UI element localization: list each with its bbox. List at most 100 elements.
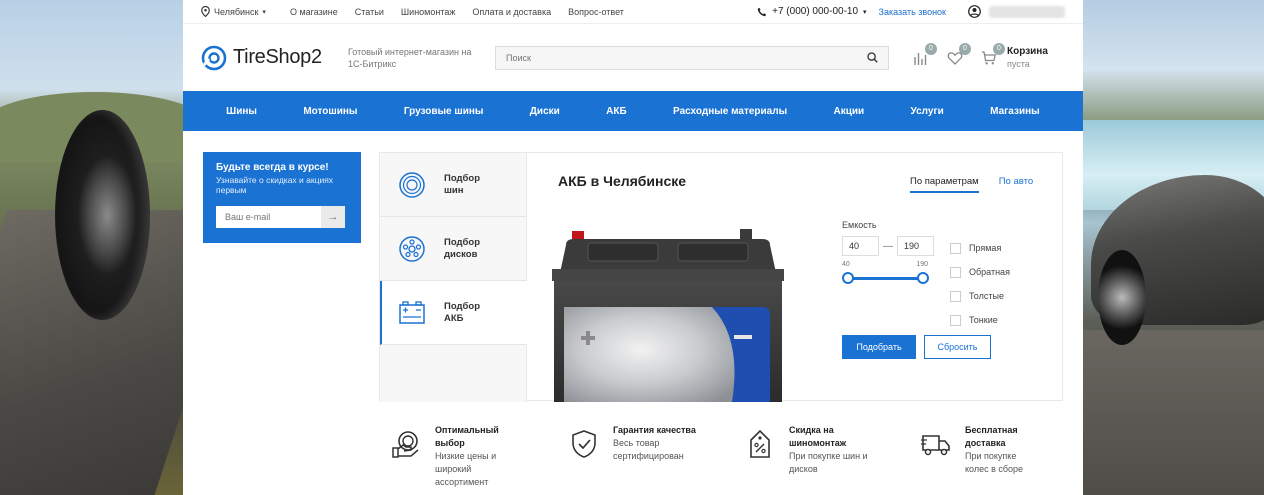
background-road-right [1083, 330, 1264, 495]
nav-item-tires[interactable]: Шины [226, 106, 257, 117]
feature-item-delivery: Бесплатная доставка При покупке колес в с… [921, 424, 1027, 476]
polarity-options: Прямая Обратная Толстые Тонкие [950, 236, 1010, 332]
top-link-payment-delivery[interactable]: Оплата и доставка [472, 7, 551, 17]
header-icons: 0 0 0 Корзина пуста [913, 42, 1048, 71]
slider-handle-min[interactable] [842, 272, 854, 284]
feature-title: Скидка на шиномонтаж [789, 425, 847, 448]
battery-icon [399, 300, 425, 324]
tab-by-parameters[interactable]: По параметрам [910, 176, 979, 193]
subscribe-submit-button[interactable]: → [321, 206, 345, 228]
tab-by-car[interactable]: По авто [999, 176, 1033, 193]
subscribe-subtitle: Узнавайте о скидках и акциях первым [216, 175, 334, 195]
shield-check-icon [572, 430, 596, 458]
feature-text: При покупке колес в сборе [965, 451, 1024, 474]
choice-icon [392, 431, 419, 458]
tab-wheel-picker[interactable]: Подбор дисков [380, 217, 526, 281]
feature-title: Оптимальный выбор [435, 425, 499, 448]
compare-button[interactable]: 0 [913, 42, 937, 66]
site-container: Челябинск ▾ О магазине Статьи Шиномонтаж… [183, 0, 1083, 495]
tab-battery-picker[interactable]: Подбор АКБ [380, 281, 527, 345]
city-selector[interactable]: Челябинск ▾ [201, 6, 266, 17]
subscribe-field: → [216, 206, 345, 228]
slider-track [848, 277, 924, 280]
slider-min-label: 40 [842, 261, 850, 268]
phone-selector[interactable]: +7 (000) 000-00-10 ▾ [757, 6, 867, 17]
picker-mode-tabs: По параметрам По авто [910, 176, 1033, 193]
nav-item-moto-tires[interactable]: Мотошины [303, 106, 357, 117]
capacity-to-input[interactable] [897, 236, 934, 256]
tire-icon [399, 171, 425, 198]
tab-wheel-picker-label: Подбор дисков [444, 236, 481, 260]
compare-count-badge: 0 [925, 42, 937, 55]
top-bar: Челябинск ▾ О магазине Статьи Шиномонтаж… [183, 0, 1083, 24]
favorites-count-badge: 0 [959, 42, 971, 55]
cart-title: Корзина [1007, 45, 1048, 57]
capacity-range: — [842, 236, 934, 256]
discount-tag-icon [750, 429, 770, 458]
logo[interactable]: TireShop2 [201, 45, 348, 71]
capacity-label: Емкость [842, 220, 877, 230]
top-link-articles[interactable]: Статьи [355, 7, 384, 17]
checkbox-reverse[interactable]: Обратная [950, 260, 1010, 284]
capacity-slider[interactable]: 40 190 [842, 259, 930, 289]
cart-status: пуста [1007, 58, 1030, 69]
nav-item-wheels[interactable]: Диски [530, 106, 560, 117]
top-link-tire-service[interactable]: Шиномонтаж [401, 7, 455, 17]
background-right [1083, 0, 1264, 495]
reset-button[interactable]: Сбросить [924, 335, 991, 359]
capacity-from-input[interactable] [842, 236, 879, 256]
feature-item-choice: Оптимальный выбор Низкие цены и широкий а… [391, 424, 505, 489]
user-menu[interactable] [968, 5, 1065, 18]
feature-item-discount: Скидка на шиномонтаж При покупке шин и ди… [745, 424, 879, 476]
search-icon[interactable] [867, 52, 878, 63]
nav-item-services[interactable]: Услуги [911, 106, 944, 117]
top-link-about[interactable]: О магазине [290, 7, 338, 17]
features-row: Оптимальный выбор Низкие цены и широкий а… [183, 401, 1083, 495]
nav-item-truck-tires[interactable]: Грузовые шины [404, 106, 484, 117]
feature-title: Гарантия качества [613, 425, 696, 435]
location-pin-icon [201, 6, 210, 17]
wheel-disc-icon [399, 235, 425, 262]
nav-item-batteries[interactable]: АКБ [606, 106, 627, 117]
background-left [0, 0, 183, 495]
slider-max-label: 190 [916, 261, 928, 268]
battery-image [552, 219, 784, 402]
phone-number: +7 (000) 000-00-10 [772, 6, 859, 17]
favorites-button[interactable]: 0 [947, 42, 971, 66]
header: TireShop2 Готовый интернет-магазин на 1С… [183, 24, 1083, 91]
feature-item-quality: Гарантия качества Весь товар сертифициров… [569, 424, 703, 463]
subscribe-box: Будьте всегда в курсе! Узнавайте о скидк… [203, 152, 361, 243]
nav-item-promotions[interactable]: Акции [833, 106, 864, 117]
subscribe-title: Будьте всегда в курсе! [216, 162, 329, 173]
callback-link[interactable]: Заказать звонок [879, 7, 946, 17]
battery-filter-form: Емкость — 40 190 [842, 220, 934, 289]
tab-battery-picker-label: Подбор АКБ [444, 300, 481, 324]
checkbox-thick[interactable]: Толстые [950, 284, 1010, 308]
arrow-right-icon: → [327, 211, 339, 223]
city-name: Челябинск [214, 6, 259, 17]
feature-text: Низкие цены и широкий ассортимент [435, 451, 497, 487]
logo-icon [201, 45, 227, 70]
feature-text: Весь товар сертифицирован [613, 438, 684, 461]
submit-pick-button[interactable]: Подобрать [842, 335, 916, 359]
search-input[interactable] [506, 52, 867, 63]
picker-panel: Подбор шин Подбор дисков Подбор АКБ АКБ … [379, 152, 1063, 402]
tab-tire-picker[interactable]: Подбор шин [380, 153, 526, 217]
cart-button[interactable]: 0 Корзина пуста [981, 42, 1048, 71]
checkbox-direct[interactable]: Прямая [950, 236, 1010, 260]
main-navigation: Шины Мотошины Грузовые шины Диски АКБ Ра… [183, 91, 1083, 131]
truck-icon [921, 435, 950, 456]
nav-item-consumables[interactable]: Расходные материалы [673, 106, 787, 117]
slider-handle-max[interactable] [917, 272, 929, 284]
feature-text: При покупке шин и дисков [789, 451, 868, 474]
checkbox-thin[interactable]: Тонкие [950, 308, 1010, 332]
picker-tabs: Подбор шин Подбор дисков Подбор АКБ [380, 153, 527, 402]
car-battery-illustration [552, 229, 784, 402]
phone-icon [757, 7, 767, 16]
email-field[interactable] [216, 212, 321, 222]
chevron-down-icon: ▾ [863, 8, 867, 16]
background-tire [55, 110, 150, 320]
picker-title: АКБ в Челябинске [558, 173, 687, 189]
top-link-faq[interactable]: Вопрос-ответ [568, 7, 624, 17]
nav-item-stores[interactable]: Магазины [990, 106, 1040, 117]
